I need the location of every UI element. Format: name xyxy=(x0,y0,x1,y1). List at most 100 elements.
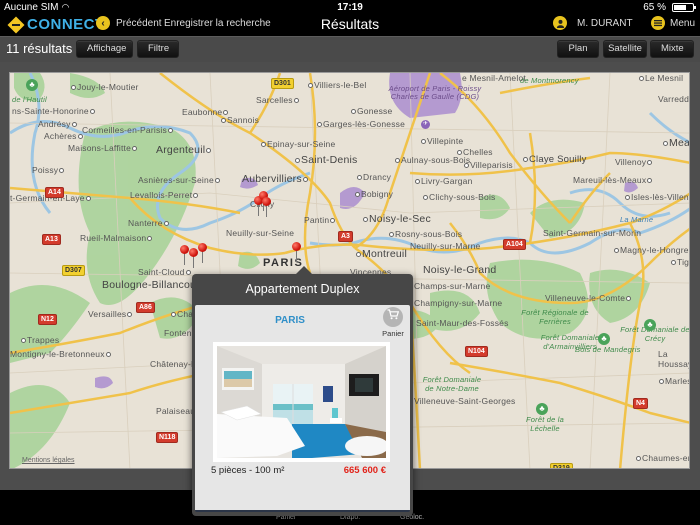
map-place-label: Meaux xyxy=(662,137,689,149)
battery-icon xyxy=(672,3,696,12)
map-place-label: Champs-sur-Marne xyxy=(414,281,491,291)
hamburger-icon xyxy=(651,16,665,30)
map-place-label: Marles-en-Brie xyxy=(658,376,689,386)
map-water-label: La Marne xyxy=(620,215,654,224)
map-place-label: Boulogne-Billancourt xyxy=(102,279,203,291)
user-icon xyxy=(553,16,567,30)
map-place-label: Noisy-le-Sec xyxy=(362,213,431,225)
map-place-label: Varreddes xyxy=(658,94,690,104)
map-place-label: Gonesse xyxy=(350,106,392,116)
map-place-label: Garges-lès-Gonesse xyxy=(316,119,405,129)
map-place-label: e Mesnil-Amelot xyxy=(462,73,526,83)
tree-icon: ♣ xyxy=(598,333,610,345)
app-root: Aucune SIM ◠ 17:19 65 % CONNECT ‹ Précéde… xyxy=(0,0,700,525)
map-type-satellite-button[interactable]: Satellite xyxy=(603,40,647,58)
map-pin[interactable] xyxy=(262,197,271,217)
chevron-left-icon: ‹ xyxy=(96,16,110,30)
battery-fill xyxy=(674,5,686,10)
legal-notice-link[interactable]: Mentions légales xyxy=(22,457,75,464)
display-button[interactable]: Affichage xyxy=(76,40,133,58)
add-to-cart-button[interactable]: Panier xyxy=(381,307,405,338)
map-place-label: Rueil-Malmaison xyxy=(80,233,153,243)
listing-price: 665 600 € xyxy=(343,465,386,476)
map-place-label: Bobigny xyxy=(354,189,393,199)
map-place-label: Versailles xyxy=(88,309,133,319)
map-place-label: Maisons-Laffitte xyxy=(68,143,138,153)
map-place-label: Andrésy xyxy=(38,119,78,129)
map-place-label: Villeneuve-le-Comte xyxy=(545,293,632,303)
map-pin[interactable] xyxy=(198,243,207,263)
back-button[interactable]: ‹ Précédent xyxy=(96,16,162,30)
map-place-label: Isles-lès-Villenoy xyxy=(624,192,689,202)
menu-label: Menu xyxy=(670,17,696,29)
map-place-label: Mareuil-lès-Meaux xyxy=(573,175,653,185)
road-shield: N104 xyxy=(465,346,488,357)
map-place-label: Tigeaux xyxy=(670,257,689,267)
map-place-label: Asnières-sur-Seine xyxy=(138,175,221,185)
map-place-label: Pantin xyxy=(304,215,336,225)
map-place-label: Villenoy xyxy=(615,157,653,167)
battery-percent: 65 % xyxy=(643,2,666,13)
listing-card[interactable]: PARIS Panier 5 pièces - 100 m² 665 600 € xyxy=(195,305,410,512)
tree-icon: ♣ xyxy=(26,79,38,91)
map-pin-selected[interactable] xyxy=(292,242,301,262)
map-place-label: Livry-Gargan xyxy=(414,176,473,186)
user-button[interactable]: M. DURANT xyxy=(553,16,633,30)
map-place-label: Claye Souilly xyxy=(522,154,587,165)
map-place-label: Villiers-le-Bel xyxy=(307,80,366,90)
logo-diamond-icon xyxy=(7,16,25,33)
map-type-mixte-button[interactable]: Mixte xyxy=(650,40,694,58)
save-search-button[interactable]: Enregistrer la recherche xyxy=(164,18,271,29)
road-shield: D301 xyxy=(271,78,294,89)
road-shield: A13 xyxy=(42,234,61,245)
map-place-label: Rosny-sous-Bois xyxy=(388,229,462,239)
map-forest-label: Forêt Régionale de Ferrières xyxy=(521,308,589,326)
road-shield: N12 xyxy=(38,314,57,325)
map-place-label: Palaiseau xyxy=(156,406,196,416)
map-place-label: Sarcelles xyxy=(256,95,300,105)
map-place-label: Neuilly-sur-Seine xyxy=(226,228,295,238)
menu-button[interactable]: Menu xyxy=(651,16,695,30)
map-place-label: Noisy-le-Grand xyxy=(423,264,497,276)
user-name: M. DURANT xyxy=(577,17,633,29)
map-place-label: Magny-le-Hongre xyxy=(613,245,689,255)
filter-button[interactable]: Filtre xyxy=(137,40,179,58)
map-type-plan-button[interactable]: Plan xyxy=(557,40,599,58)
map-place-label: La Houssaye xyxy=(658,349,689,369)
app-logo[interactable]: CONNECT xyxy=(7,16,105,33)
map-place-label: Montigny-le-Bretonneux xyxy=(10,349,112,359)
map-place-label: Saint-Cloud xyxy=(138,267,192,277)
listing-title: Appartement Duplex xyxy=(245,282,360,296)
map-place-label: Montreuil xyxy=(355,248,407,260)
map-place-label: Levallois-Perret xyxy=(130,190,199,200)
road-shield: D307 xyxy=(62,265,85,276)
map-pin[interactable] xyxy=(180,245,189,265)
cart-label: Panier xyxy=(382,329,404,338)
nav-bar: CONNECT ‹ Précédent Enregistrer la reche… xyxy=(0,14,700,36)
map-place-label: Aubervilliers xyxy=(242,173,309,185)
map-place-label: Achères xyxy=(44,131,84,141)
clock: 17:19 xyxy=(337,2,363,13)
popover-arrow xyxy=(296,266,312,274)
tree-icon: ♣ xyxy=(644,319,656,331)
road-shield: N118 xyxy=(156,432,179,443)
map-place-label: de l'Hautil xyxy=(12,95,47,104)
map-place-label: Poissy xyxy=(32,165,65,175)
listing-city: PARIS xyxy=(275,315,305,326)
map-place-label: Saint-Denis xyxy=(294,154,357,166)
map-place-label: Jouy-le-Moutier xyxy=(70,82,139,92)
results-toolbar: 11 résultats Affichage Filtre Plan Satel… xyxy=(0,36,700,62)
status-bar: Aucune SIM ◠ 17:19 65 % xyxy=(0,0,700,14)
map-place-label: Chelles xyxy=(456,147,493,157)
map-place-label: ns-Sainte-Honorine xyxy=(12,106,96,116)
map-pin[interactable] xyxy=(189,248,198,268)
listing-photo[interactable] xyxy=(213,342,390,462)
map-place-label: Villepinte xyxy=(420,136,463,146)
bedroom-image xyxy=(217,346,386,458)
map-place-label: Cormeilles-en-Parisis xyxy=(82,125,174,135)
map-place-label: Villeparisis xyxy=(463,160,513,170)
listing-rooms-area: 5 pièces - 100 m² xyxy=(211,465,285,476)
map-place-label: Argenteuil xyxy=(156,144,212,156)
road-shield: A86 xyxy=(136,302,155,313)
map-place-label: Saint-Maur-des-Fossés xyxy=(416,318,509,328)
